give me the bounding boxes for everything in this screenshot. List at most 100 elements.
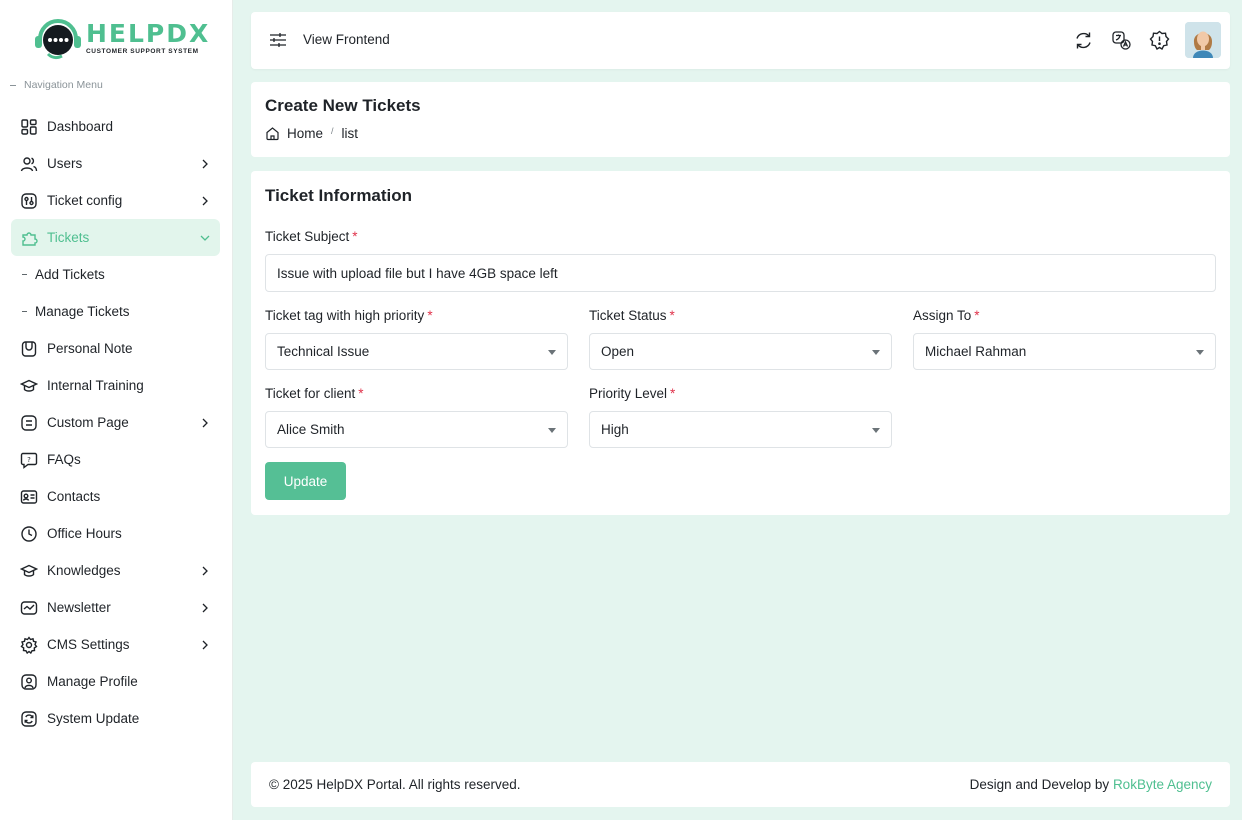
knowledge-icon [20,562,38,580]
users-icon [20,155,38,173]
alert-icon[interactable] [1149,30,1170,51]
update-icon [20,710,38,728]
sidebar-subitem-add-tickets[interactable]: Add Tickets [11,256,220,293]
chevron-right-icon [200,603,210,613]
headset-logo-icon [34,15,82,61]
sidebar-item-office-hours[interactable]: Office Hours [11,515,220,552]
user-avatar[interactable] [1185,22,1221,58]
sidebar-item-label: Tickets [47,230,90,245]
breadcrumb-home[interactable]: Home [287,126,323,141]
dropdown-arrow-icon [872,350,880,355]
sidebar-subitem-manage-tickets[interactable]: Manage Tickets [11,293,220,330]
svg-text:?: ? [27,456,31,464]
sidebar: HELPDX CUSTOMER SUPPORT SYSTEM Navigatio… [0,0,233,820]
sidebar-item-users[interactable]: Users [11,145,220,182]
sidebar-item-label: Manage Profile [47,674,138,689]
contacts-icon [20,488,38,506]
client-select-value: Alice Smith [277,422,345,437]
form-title: Ticket Information [265,186,413,205]
sidebar-item-label: System Update [47,711,140,726]
required-mark: * [669,308,675,323]
ticket-form-card: Ticket Information Ticket Subject * Issue… [251,171,1230,515]
chevron-right-icon [200,159,210,169]
breadcrumb-current: list [341,126,359,141]
priority-label: Priority Level * [589,386,676,401]
status-select-value: Open [601,344,635,359]
training-icon [20,377,38,395]
sidebar-item-contacts[interactable]: Contacts [11,478,220,515]
footer: © 2025 HelpDX Portal. All rights reserve… [251,762,1230,807]
sidebar-item-dashboard[interactable]: Dashboard [11,108,220,145]
sidebar-item-label: Personal Note [47,341,133,356]
sidebar-item-label: Contacts [47,489,101,504]
translate-icon[interactable] [1111,30,1132,51]
sidebar-item-ticket-config[interactable]: Ticket config [11,182,220,219]
ticket-config-icon [20,192,38,210]
breadcrumb: Home / list [265,126,358,141]
sidebar-item-internal-training[interactable]: Internal Training [11,367,220,404]
brand-tagline: CUSTOMER SUPPORT SYSTEM [86,48,199,55]
sidebar-item-label: CMS Settings [47,637,130,652]
tag-label: Ticket tag with high priority * [265,308,433,323]
status-select[interactable]: Open [589,333,892,370]
clock-icon [20,525,38,543]
update-button[interactable]: Update [265,462,346,500]
sidebar-item-label: Newsletter [47,600,111,615]
chevron-right-icon [200,418,210,428]
page-icon [20,414,38,432]
chevron-down-icon [200,233,210,243]
sidebar-item-personal-note[interactable]: Personal Note [11,330,220,367]
sidebar-item-label: Users [47,156,83,171]
assign-select[interactable]: Michael Rahman [913,333,1216,370]
sidebar-item-label: Internal Training [47,378,144,393]
client-label: Ticket for client * [265,386,364,401]
sidebar-item-custom-page[interactable]: Custom Page [11,404,220,441]
view-frontend-link[interactable]: View Frontend [303,32,390,47]
required-mark: * [358,386,364,401]
dropdown-arrow-icon [1196,350,1204,355]
sidebar-item-faqs[interactable]: ? FAQs [11,441,220,478]
required-mark: * [974,308,980,323]
brand-logo[interactable]: HELPDX CUSTOMER SUPPORT SYSTEM [34,14,208,62]
sliders-menu-toggle-icon[interactable] [268,31,288,49]
top-bar: View Frontend [251,12,1230,69]
sidebar-item-label: Custom Page [47,415,129,430]
copyright-text: © 2025 HelpDX Portal. All rights reserve… [269,777,521,792]
sidebar-item-system-update[interactable]: System Update [11,700,220,737]
tag-select-value: Technical Issue [277,344,370,359]
tag-select[interactable]: Technical Issue [265,333,568,370]
sidebar-item-label: Knowledges [47,563,121,578]
page-title: Create New Tickets [265,96,421,115]
priority-select[interactable]: High [589,411,892,448]
credit-link[interactable]: RokByte Agency [1113,777,1212,792]
sidebar-subitem-label: Add Tickets [35,267,105,282]
chevron-right-icon [200,566,210,576]
sidebar-item-label: FAQs [47,452,81,467]
profile-icon [20,673,38,691]
required-mark: * [352,229,358,244]
sidebar-item-manage-profile[interactable]: Manage Profile [11,663,220,700]
nav-menu: Dashboard Users Ticket config Tickets Ad… [11,108,220,737]
subject-input[interactable]: Issue with upload file but I have 4GB sp… [265,254,1216,292]
sidebar-item-knowledges[interactable]: Knowledges [11,552,220,589]
dashboard-icon [20,118,38,136]
tickets-icon [20,229,38,247]
client-select[interactable]: Alice Smith [265,411,568,448]
sidebar-item-cms-settings[interactable]: CMS Settings [11,626,220,663]
assign-select-value: Michael Rahman [925,344,1027,359]
sidebar-item-newsletter[interactable]: Newsletter [11,589,220,626]
status-label: Ticket Status * [589,308,675,323]
page-header-card: Create New Tickets Home / list [251,82,1230,157]
credit-text: Design and Develop by RokByte Agency [969,777,1212,792]
dropdown-arrow-icon [548,350,556,355]
required-mark: * [670,386,676,401]
priority-select-value: High [601,422,629,437]
brand-name: HELPDX [86,19,211,48]
sync-icon[interactable] [1073,30,1094,51]
required-mark: * [427,308,433,323]
assign-label: Assign To * [913,308,980,323]
note-icon [20,340,38,358]
sidebar-item-tickets[interactable]: Tickets [11,219,220,256]
sidebar-item-label: Office Hours [47,526,122,541]
breadcrumb-separator: / [331,125,334,136]
